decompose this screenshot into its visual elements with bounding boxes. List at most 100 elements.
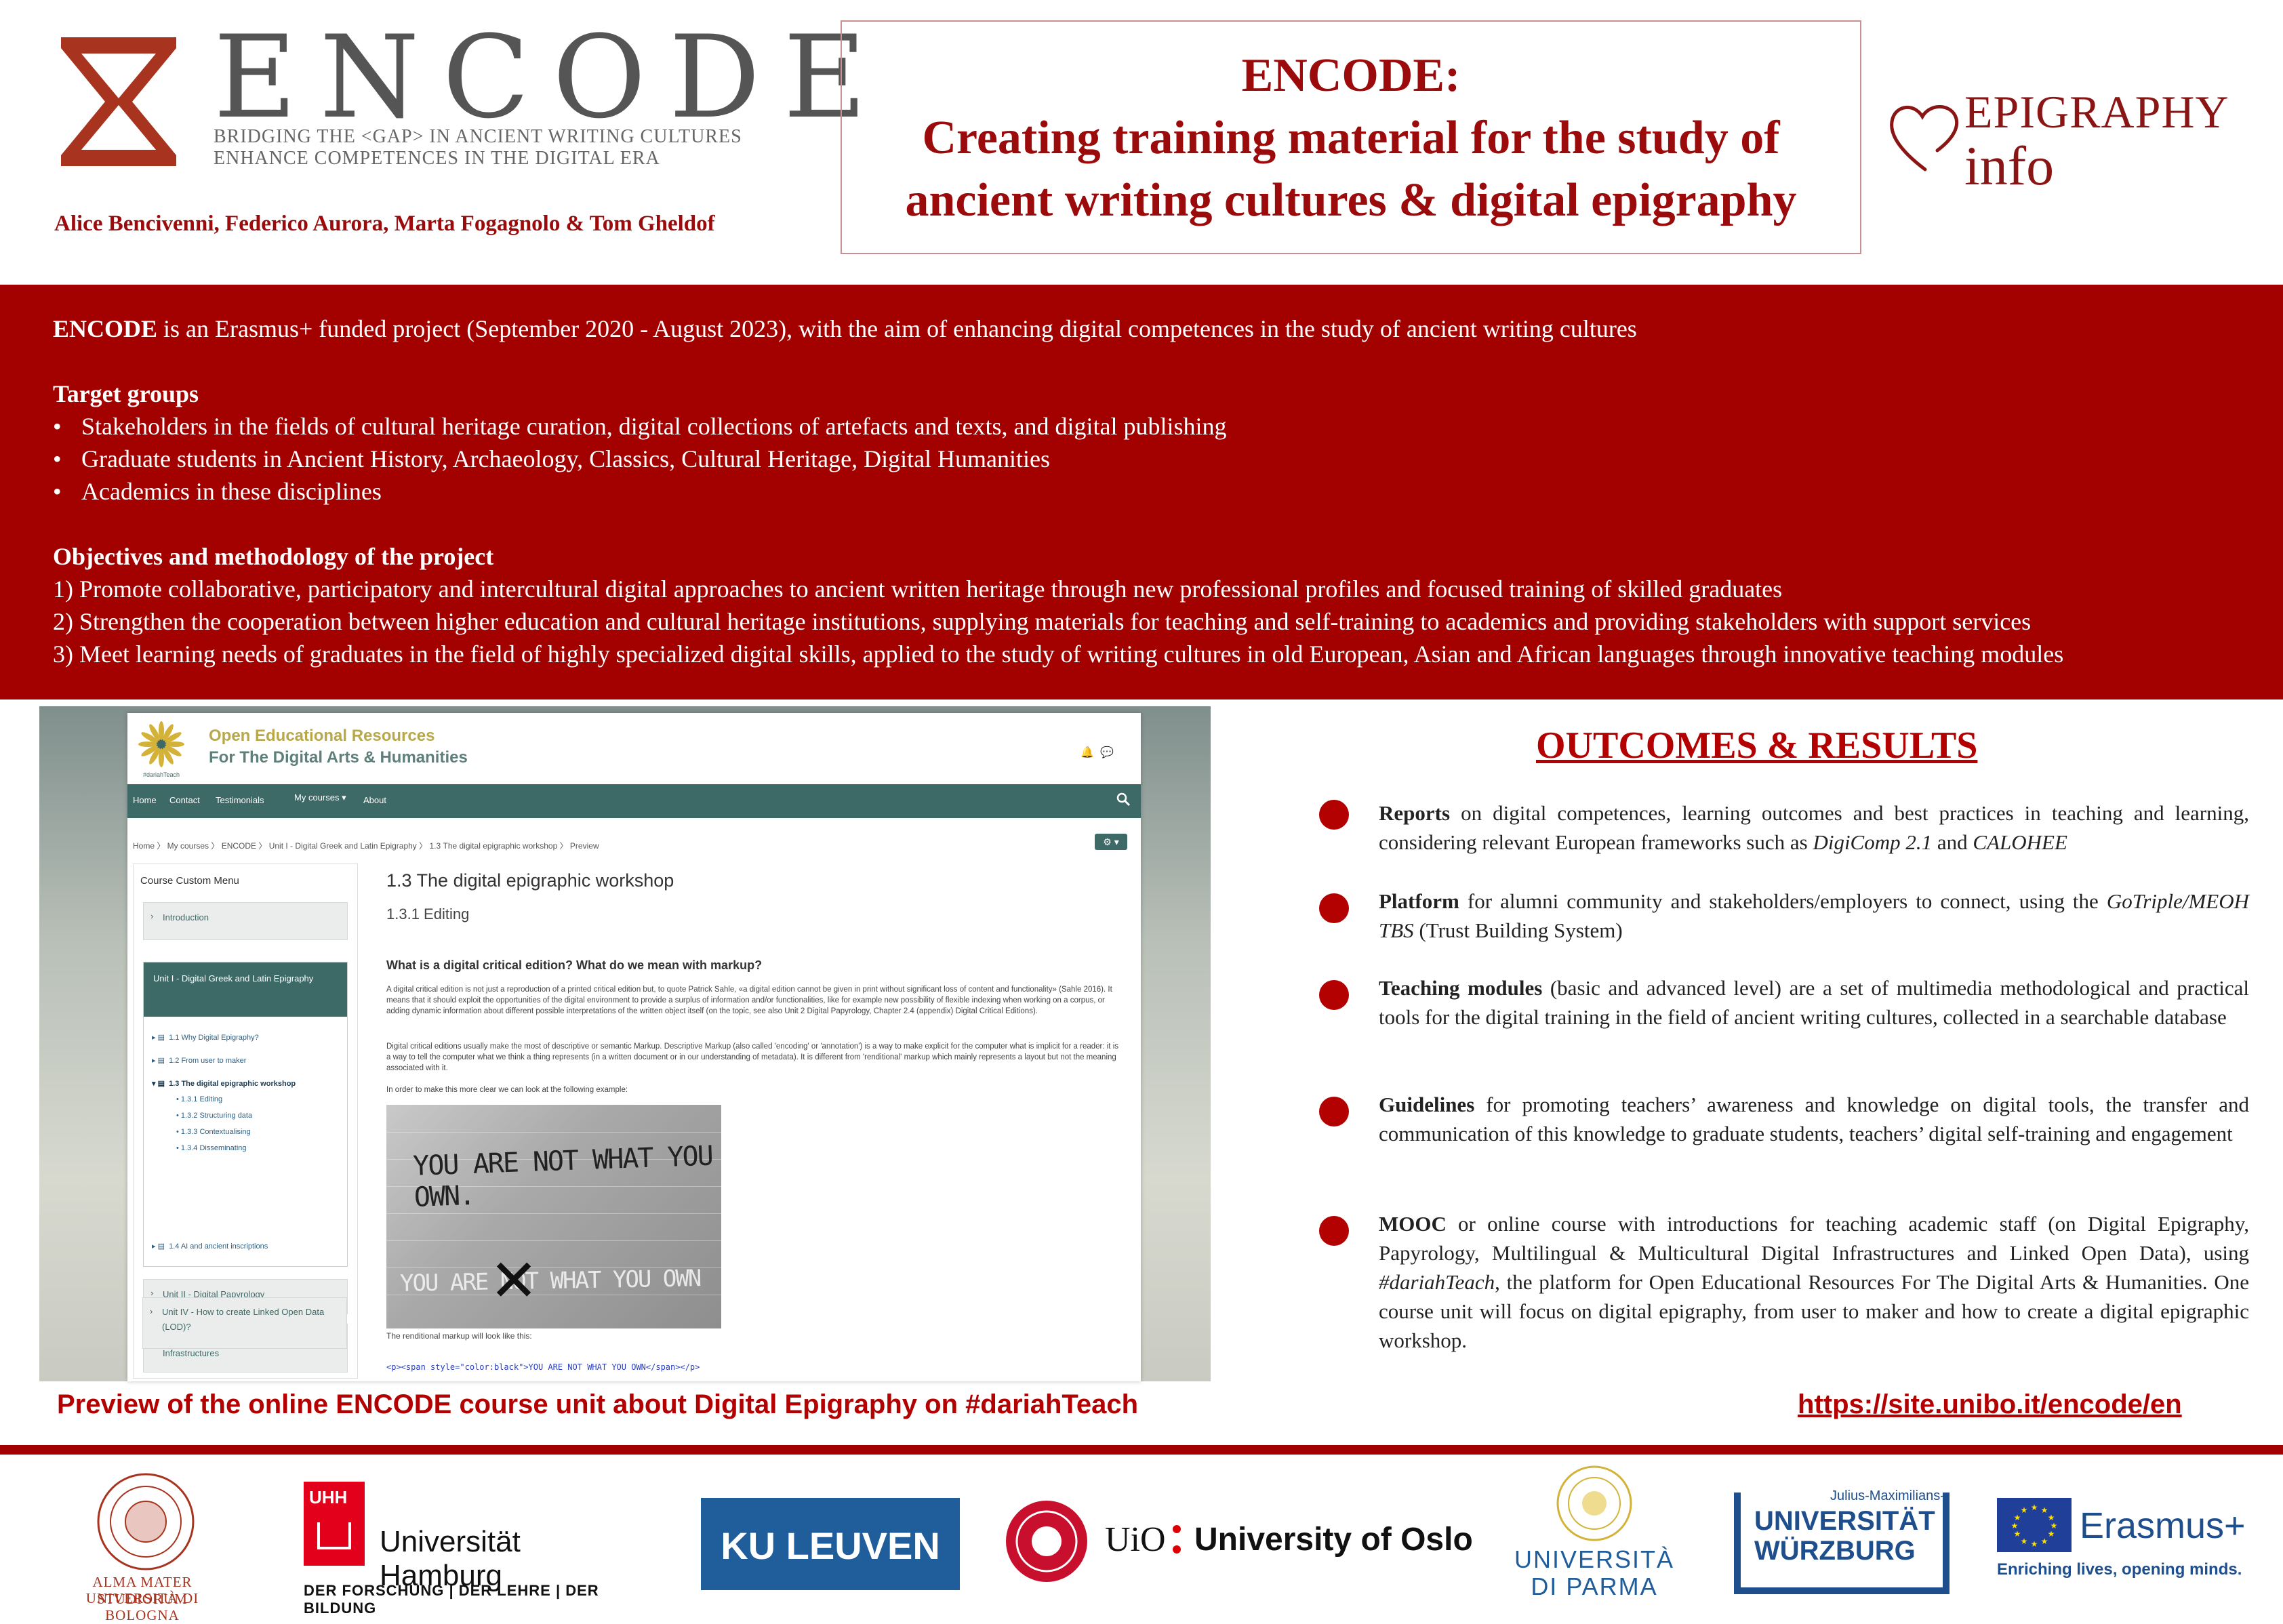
screenshot-caption: Preview of the online ENCODE course unit… [57, 1389, 1139, 1419]
outcome-heading: Platform [1379, 889, 1459, 913]
hamburg-mark-text: UHH [309, 1487, 348, 1507]
oslo-uio: UiO [1105, 1520, 1166, 1559]
encode-hourglass-logo [61, 37, 176, 166]
outcome-platform: Platform for alumni community and stakeh… [1379, 887, 2249, 945]
svg-text:★: ★ [2031, 1539, 2038, 1549]
nav-about[interactable]: About [363, 795, 386, 805]
menu-sublesson[interactable]: • 1.3.2 Structuring data [176, 1112, 252, 1120]
bologna-line2: UNIVERSITÀ DI BOLOGNA [85, 1590, 199, 1623]
target-groups-heading: Target groups [53, 380, 199, 407]
menu-lesson-1-1[interactable]: ▸ ▤ 1.1 Why Digital Epigraphy? [152, 1033, 259, 1042]
hamburg-mark: UHH [304, 1482, 365, 1566]
menu-lesson-1-4[interactable]: ▸ ▤ 1.4 AI and ancient inscriptions [152, 1242, 268, 1251]
encode-wordmark: ENCODE [214, 11, 890, 144]
oslo-dot-icon [1173, 1545, 1181, 1554]
graffiti-photo: YOU ARE NOT WHAT YOU OWN. YOU ARE NOT WH… [386, 1105, 721, 1328]
graffiti-text-white: YOU ARE NOT WHAT YOU OWN [399, 1265, 701, 1297]
erasmus-name: Erasmus+ [2080, 1505, 2246, 1546]
rendition-label: The renditional markup will look like th… [386, 1331, 532, 1341]
menu-sublesson[interactable]: • 1.3.3 Contextualising [176, 1128, 251, 1136]
wurzburg-top: Julius-Maximilians- [1830, 1488, 1945, 1503]
intro-lead-bold: ENCODE [53, 315, 158, 342]
outcome-italic: DigiComp 2.1 [1813, 830, 1933, 854]
target-group-item: Stakeholders in the fields of cultural h… [53, 411, 1227, 442]
footer-divider [0, 1445, 2283, 1455]
hamburg-castle-icon [317, 1522, 351, 1549]
wurzburg-line2: WÜRZBURG [1754, 1536, 1916, 1566]
dariahteach-logo-caption: #dariahTeach [143, 771, 180, 778]
svg-text:★: ★ [2048, 1529, 2055, 1539]
menu-lesson-1-2[interactable]: ▸ ▤ 1.2 From user to maker [152, 1056, 246, 1065]
outcome-italic: #dariahTeach [1379, 1270, 1495, 1294]
breadcrumb[interactable]: Home 〉 My courses 〉 ENCODE 〉 Unit I - Di… [133, 840, 599, 851]
menu-lesson-label: 1.1 Why Digital Epigraphy? [169, 1034, 259, 1042]
nav-home[interactable]: Home [133, 795, 157, 805]
site-nav: Home Contact Testimonials My courses ▾ A… [127, 784, 1141, 818]
svg-text:★: ★ [2021, 1537, 2028, 1546]
search-icon[interactable] [1115, 791, 1131, 807]
nav-testimonials[interactable]: Testimonials [216, 795, 264, 805]
bullet-dot-icon [1319, 980, 1349, 1010]
site-title-line1: Open Educational Resources [209, 727, 435, 745]
svg-text:★: ★ [2031, 1503, 2038, 1512]
heart-icon [1890, 105, 1959, 171]
menu-sublesson-label: 1.3.1 Editing [180, 1095, 223, 1103]
message-icon[interactable]: 💬 [1100, 747, 1114, 758]
menu-item-introduction[interactable]: › Introduction [143, 902, 348, 940]
dariahteach-logo-icon: #dariahTeach [138, 721, 184, 778]
menu-sublesson-label: 1.3.2 Structuring data [180, 1112, 253, 1120]
bologna-seal-icon [97, 1473, 195, 1570]
lesson-title: 1.3 The digital epigraphic workshop [386, 870, 674, 891]
course-screenshot: #dariahTeach Open Educational Resources … [127, 713, 1141, 1381]
menu-unit-1: Unit I - Digital Greek and Latin Epigrap… [143, 962, 348, 1267]
intro-lead-text: is an Erasmus+ funded project (September… [157, 315, 1637, 342]
logo-ku-leuven: KU LEUVEN [701, 1498, 960, 1590]
outcome-heading: Reports [1379, 801, 1451, 825]
menu-sublesson[interactable]: • 1.3.4 Disseminating [176, 1144, 247, 1152]
menu-unit-1-header[interactable]: Unit I - Digital Greek and Latin Epigrap… [144, 962, 347, 1017]
outcome-text: (Trust Building System) [1413, 918, 1623, 942]
encode-tagline: BRIDGING THE <GAP> IN ANCIENT WRITING CU… [214, 126, 742, 169]
header-icons[interactable]: 🔔 💬 [1080, 746, 1114, 759]
gear-icon[interactable]: ⚙ ▾ [1095, 834, 1127, 850]
target-group-item: Academics in these disciplines [53, 476, 382, 507]
objectives-heading: Objectives and methodology of the projec… [53, 543, 494, 570]
bullet-dot-icon [1319, 1097, 1349, 1126]
outcome-reports: Reports on digital competences, learning… [1379, 798, 2249, 857]
parma-seal-icon [1556, 1465, 1632, 1541]
hamburg-motto: DER FORSCHUNG | DER LEHRE | DER BILDUNG [304, 1582, 599, 1617]
objective-item: 3) Meet learning needs of graduates in t… [53, 641, 2064, 668]
menu-lesson-1-3[interactable]: ▾ ▤ 1.3 The digital epigraphic workshop [152, 1079, 296, 1088]
nav-my-courses[interactable]: My courses ▾ [294, 792, 346, 803]
outcome-guidelines: Guidelines for promoting teachers’ aware… [1379, 1090, 2249, 1148]
svg-text:★: ★ [2021, 1505, 2028, 1515]
menu-sublesson-label: 1.3.4 Disseminating [180, 1144, 247, 1152]
menu-sublesson[interactable]: • 1.3.1 Editing [176, 1095, 222, 1103]
lesson-paragraph: In order to make this more clear we can … [386, 1086, 628, 1094]
logo-universitat-wurzburg: Julius-Maximilians- UNIVERSITÄT WÜRZBURG [1734, 1488, 1958, 1597]
oslo-dot-icon [1173, 1525, 1181, 1533]
menu-unit-4[interactable]: › Unit IV - How to create Linked Open Dat… [142, 1297, 347, 1349]
outcome-heading: MOOC [1379, 1212, 1447, 1236]
poster-title-box: ENCODE: Creating training material for t… [841, 20, 1861, 254]
logo-erasmus-plus: ★ ★ ★ ★ ★ ★ ★ ★ ★ ★ ★ ★ Erasmus+ Enriching lives,… [1997, 1498, 2268, 1593]
logo-universitat-hamburg: UHH Universität Hamburg DER FORSCHUNG | … [304, 1482, 643, 1617]
outcome-text: for promoting teachers’ awareness and kn… [1379, 1093, 2249, 1145]
wurzburg-line1: UNIVERSITÄT [1754, 1506, 1935, 1536]
bullet-dot-icon [1319, 1216, 1349, 1246]
rendition-code: <p><span style="color:black">YOU ARE NOT… [386, 1362, 700, 1372]
erasmus-tagline: Enriching lives, opening minds. [1997, 1560, 2242, 1579]
logo-university-of-bologna: ALMA MATER STUDIORUM UNIVERSITÀ DI BOLOG… [47, 1471, 237, 1623]
svg-text:★: ★ [2011, 1521, 2019, 1530]
notification-icon[interactable]: 🔔 [1080, 747, 1094, 758]
epigraphy-info-logo: EPIGRAPHY info [1884, 81, 2264, 197]
ku-leuven-text: KU LEUVEN [721, 1524, 940, 1567]
project-url-link[interactable]: https://site.unibo.it/encode/en [1798, 1389, 2182, 1420]
bullet-dot-icon [1319, 800, 1349, 830]
outcome-heading: Teaching modules [1379, 976, 1543, 1000]
nav-contact[interactable]: Contact [169, 795, 200, 805]
parma-line2: DI PARMA [1531, 1572, 1658, 1600]
menu-item-label: Introduction [163, 912, 209, 922]
menu-unit-1-label: Unit I - Digital Greek and Latin Epigrap… [153, 973, 314, 983]
menu-lesson-label: 1.4 AI and ancient inscriptions [169, 1242, 268, 1251]
